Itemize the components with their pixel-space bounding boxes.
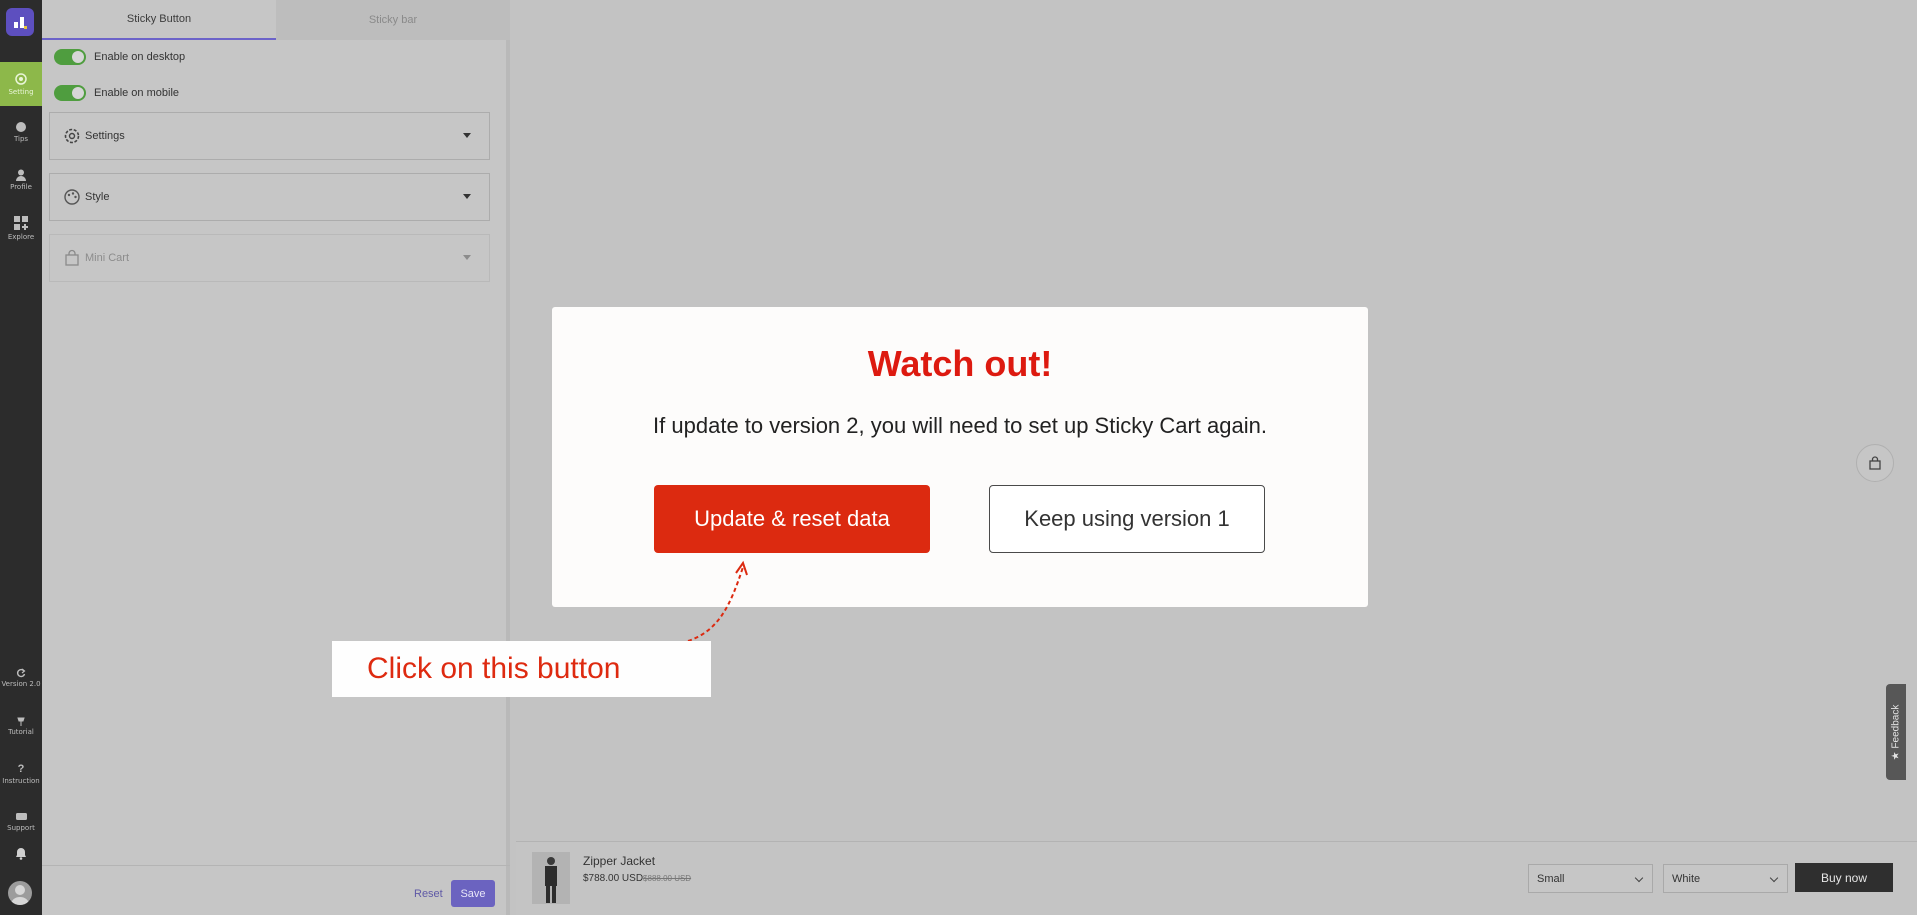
rail-item-explore[interactable]: Explore: [0, 206, 42, 250]
rail-item-label: Version 2.0: [1, 680, 41, 688]
rail-item-instruction[interactable]: ? Instruction: [0, 752, 42, 796]
size-select[interactable]: Small: [1528, 864, 1653, 893]
toggle-label: Enable on mobile: [94, 87, 180, 99]
tab-sticky-button[interactable]: Sticky Button: [42, 0, 276, 40]
rail-item-version[interactable]: Version 2.0: [0, 656, 42, 700]
product-price: $788.00 USD$888.00 USD: [583, 873, 691, 884]
sticky-add-to-cart-bar: Zipper Jacket $788.00 USD$888.00 USD Sma…: [516, 841, 1917, 915]
accordion-label: Mini Cart: [85, 252, 130, 264]
user-icon: [16, 169, 26, 181]
modal-message: If update to version 2, you will need to…: [653, 413, 1267, 438]
caret-down-icon: [463, 194, 471, 199]
rail-item-tips[interactable]: Tips: [0, 110, 42, 154]
chevron-down-icon: [1769, 873, 1779, 883]
caret-down-icon: [463, 255, 471, 260]
avatar[interactable]: [8, 881, 32, 905]
panel-footer: Reset Save: [42, 865, 510, 915]
toggle-row-desktop: Enable on desktop: [54, 49, 185, 65]
feedback-tab[interactable]: ★ Feedback: [1886, 684, 1906, 780]
modal-title: Watch out!: [867, 343, 1053, 384]
rail-item-label: Setting: [8, 88, 34, 96]
product-name: Zipper Jacket: [583, 854, 656, 868]
color-value: White: [1672, 872, 1701, 885]
caret-down-icon: [463, 133, 471, 138]
old-price: $888.00 USD: [643, 874, 692, 883]
tab-sticky-bar[interactable]: Sticky bar: [276, 0, 510, 40]
enable-mobile-toggle[interactable]: [54, 85, 86, 101]
rail-item-label: Tips: [13, 135, 29, 143]
rail-item-setting[interactable]: Setting: [0, 62, 42, 106]
bulb-icon: [16, 122, 26, 132]
cart-button[interactable]: [1856, 444, 1894, 482]
rail-item-profile[interactable]: Profile: [0, 158, 42, 202]
accordion-label: Style: [85, 191, 110, 203]
product-thumbnail: [532, 852, 570, 904]
settings-panel: Sticky Button Sticky bar Enable on deskt…: [42, 0, 510, 915]
question-icon: ?: [17, 763, 25, 775]
size-value: Small: [1537, 872, 1565, 885]
gear-icon: [64, 128, 80, 144]
chat-icon: [15, 812, 27, 820]
rail-item-tutorial[interactable]: Tutorial: [0, 704, 42, 748]
current-price: $788.00 USD: [583, 873, 644, 884]
keep-version-button[interactable]: Keep using version 1: [989, 485, 1265, 553]
color-select[interactable]: White: [1663, 864, 1788, 893]
bag-icon: [65, 249, 79, 266]
bag-icon: [1869, 456, 1881, 470]
chevron-down-icon: [1634, 873, 1644, 883]
rail-notifications[interactable]: [0, 838, 42, 868]
mini-cart-accordion[interactable]: Mini Cart: [49, 234, 490, 282]
buy-now-button[interactable]: Buy now: [1795, 863, 1893, 892]
apps-icon: [14, 216, 28, 230]
enable-desktop-toggle[interactable]: [54, 49, 86, 65]
app-logo-icon[interactable]: [6, 8, 34, 36]
toggle-row-mobile: Enable on mobile: [54, 85, 179, 101]
rail-item-label: Instruction: [2, 777, 40, 785]
rail-item-label: Explore: [7, 233, 35, 241]
version-update-modal: Watch out! If update to version 2, you w…: [552, 307, 1368, 607]
panel-tabs: Sticky Button Sticky bar: [42, 0, 510, 40]
reset-button[interactable]: Reset: [414, 888, 443, 900]
callout-arrow: [687, 560, 748, 642]
update-reset-button[interactable]: Update & reset data: [654, 485, 930, 553]
rail-item-label: Profile: [10, 183, 32, 191]
gear-icon: [15, 73, 27, 85]
rail-item-label: Tutorial: [8, 728, 34, 736]
feedback-text: Feedback: [1890, 704, 1902, 749]
feedback-label: ★ Feedback: [1890, 704, 1902, 760]
pin-icon: [17, 717, 25, 726]
style-accordion[interactable]: Style: [49, 173, 490, 221]
save-button[interactable]: Save: [451, 880, 495, 907]
accordion-label: Settings: [85, 130, 125, 142]
palette-icon: [64, 189, 80, 205]
refresh-icon: [16, 668, 26, 678]
rail-item-label: Support: [7, 823, 35, 832]
toggle-label: Enable on desktop: [94, 51, 186, 63]
bell-icon: [16, 847, 26, 860]
app-nav-rail: Setting Tips Profile Explore Version 2.0…: [0, 0, 42, 915]
callout-label: Click on this button: [332, 641, 711, 697]
settings-accordion[interactable]: Settings: [49, 112, 490, 160]
